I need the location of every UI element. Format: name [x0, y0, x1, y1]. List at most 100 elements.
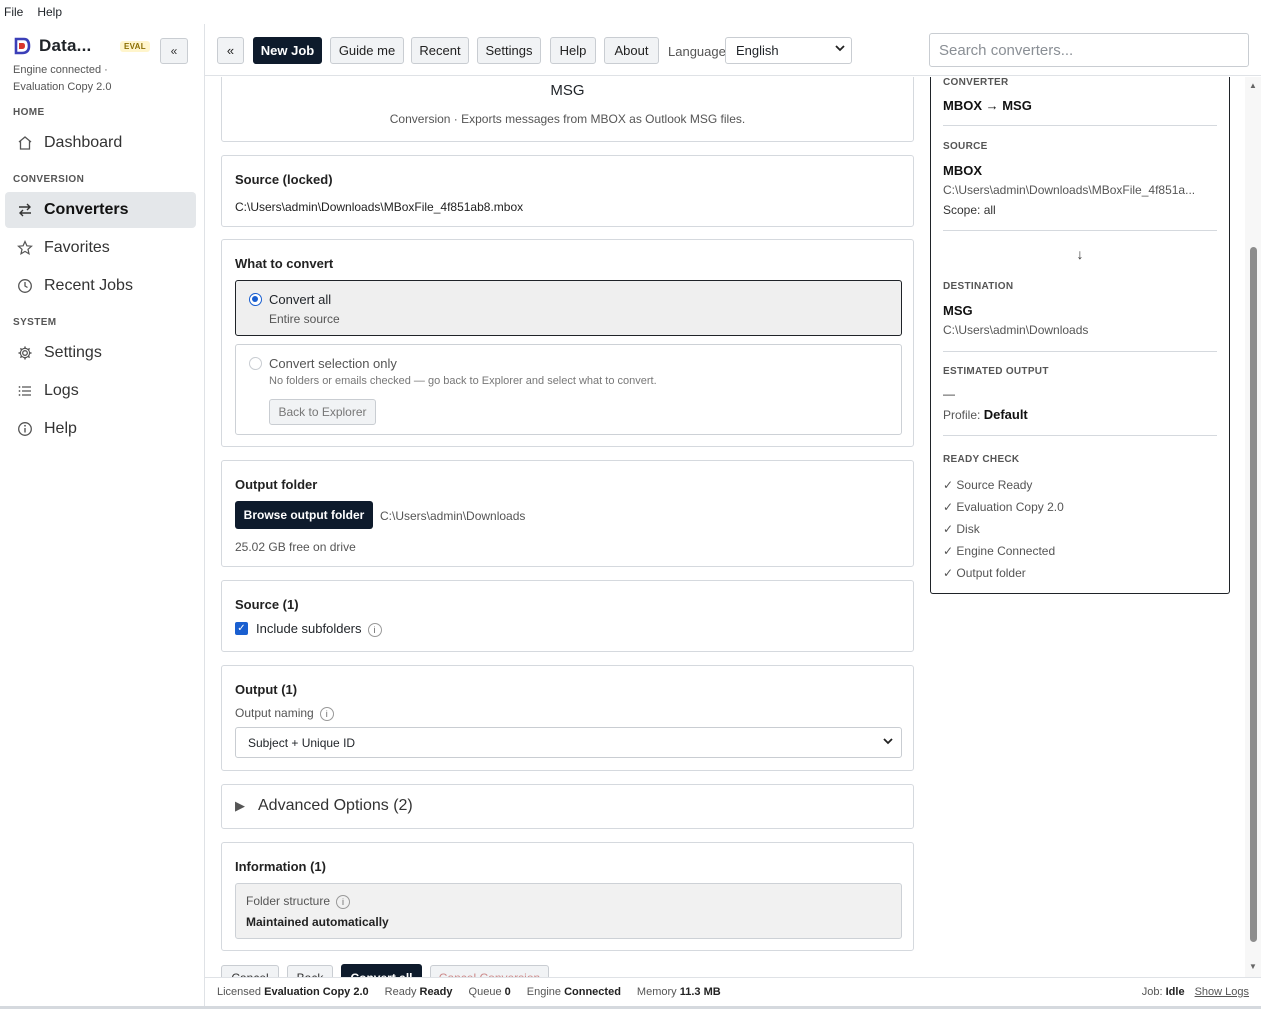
engine-status: Engine connected · Evaluation Copy 2.0 [13, 62, 133, 96]
nav-section-home: HOME [13, 107, 45, 118]
estimated-output-value: — [943, 387, 955, 401]
destination-path: C:\Users\admin\Downloads [943, 323, 1089, 337]
settings-button[interactable]: Settings [477, 37, 541, 64]
ready-value: Ready [419, 986, 453, 998]
sidebar-item-label: Settings [44, 344, 102, 361]
profile-row: Profile: Default [943, 407, 1028, 422]
converter-header-card: MSG Conversion · Exports messages from M… [221, 77, 914, 142]
divider [943, 351, 1217, 352]
converter-label: CONVERTER [943, 77, 1009, 88]
sidebar-item-logs[interactable]: Logs [5, 373, 196, 409]
output-naming-row: Output naming i [235, 706, 334, 721]
free-space-text: 25.02 GB free on drive [235, 540, 356, 554]
recent-button[interactable]: Recent [411, 37, 469, 64]
about-button[interactable]: About [604, 37, 659, 64]
output-naming-label: Output naming [235, 706, 314, 720]
memory-label: Memory [636, 986, 677, 998]
divider [943, 125, 1217, 126]
back-button[interactable]: Back [287, 965, 333, 977]
help-button[interactable]: Help [550, 37, 596, 64]
nav-section-system: SYSTEM [13, 317, 57, 328]
information-title: Information (1) [235, 859, 326, 874]
include-subfolders-label: Include subfolders [256, 621, 362, 636]
chevron-down-icon [883, 736, 893, 749]
advanced-options-card[interactable]: ▶ Advanced Options (2) [221, 784, 914, 829]
language-select[interactable]: English [725, 37, 852, 64]
action-bar: Cancel Back Convert all Cancel Conversio… [205, 960, 925, 977]
collapse-sidebar-button[interactable]: « [160, 38, 188, 64]
job-value: Idle [1165, 986, 1185, 998]
browse-output-folder-button[interactable]: Browse output folder [235, 501, 373, 529]
source-path-summary: C:\Users\admin\Downloads\MBoxFile_4f851a… [943, 183, 1196, 197]
scroll-up-icon[interactable]: ▲ [1249, 81, 1257, 90]
back-to-explorer-button[interactable]: Back to Explorer [269, 399, 376, 425]
ready-check-item: ✓ Source Ready [943, 478, 1033, 492]
menu-bar: File Help [0, 0, 1261, 24]
ready-check-item: ✓ Evaluation Copy 2.0 [943, 500, 1064, 514]
info-icon[interactable]: i [319, 706, 334, 721]
ready-check-item: ✓ Engine Connected [943, 544, 1056, 558]
star-icon [16, 239, 34, 257]
expand-arrow-icon: ▶ [235, 798, 245, 813]
memory-status: Memory 11.3 MB [637, 986, 721, 998]
licensed-label: Licensed [217, 986, 262, 998]
sidebar-item-label: Favorites [44, 239, 110, 256]
show-logs-link[interactable]: Show Logs [1195, 986, 1249, 998]
licensed-value: Evaluation Copy 2.0 [264, 986, 369, 998]
folder-structure-label: Folder structure [246, 894, 331, 908]
ready-check-item: ✓ Disk [943, 522, 980, 536]
language-label: Language [668, 44, 726, 59]
sidebar-item-dashboard[interactable]: Dashboard [5, 125, 196, 161]
sidebar-item-help[interactable]: Help [5, 411, 196, 447]
cancel-button[interactable]: Cancel [221, 965, 279, 977]
source-locked-title: Source (locked) [235, 172, 333, 187]
sidebar-item-settings[interactable]: Settings [5, 335, 196, 371]
job-label: Job: [1141, 986, 1163, 998]
convert-all-label: Convert all [269, 292, 332, 307]
convert-all-radio[interactable] [249, 293, 262, 306]
menu-help[interactable]: Help [37, 5, 62, 19]
estimated-output-label: ESTIMATED OUTPUT [943, 366, 1049, 377]
sidebar-item-recent-jobs[interactable]: Recent Jobs [5, 268, 196, 304]
search-input[interactable]: Search converters... [929, 33, 1249, 67]
sidebar-item-label: Dashboard [44, 134, 123, 151]
convert-selection-sub: No folders or emails checked — go back t… [269, 375, 657, 387]
ready-check-item: ✓ Output folder [943, 566, 1026, 580]
convert-all-button[interactable]: Convert all [341, 964, 422, 977]
list-icon [16, 382, 34, 400]
include-subfolders-checkbox[interactable]: ✓ [235, 622, 248, 635]
scroll-thumb[interactable] [1250, 247, 1257, 942]
folder-structure-row: Folder structure i [246, 894, 351, 909]
cancel-conversion-button: Cancel Conversion [430, 965, 549, 977]
output-naming-select[interactable]: Subject + Unique ID [235, 727, 902, 758]
menu-file[interactable]: File [4, 5, 23, 19]
guide-me-button[interactable]: Guide me [330, 37, 404, 64]
convert-all-option[interactable]: Convert all Entire source [235, 280, 902, 336]
sidebar-item-converters[interactable]: Converters [5, 192, 196, 228]
folder-structure-value: Maintained automatically [246, 915, 389, 929]
destination-value: MSG [943, 303, 973, 318]
brand: Data... [13, 36, 91, 56]
scroll-down-icon[interactable]: ▼ [1249, 962, 1257, 971]
memory-value: 11.3 MB [679, 986, 721, 998]
sidebar-item-label: Logs [44, 382, 79, 399]
info-icon[interactable]: i [367, 622, 382, 637]
converter-subtitle: Conversion · Exports messages from MBOX … [389, 112, 746, 126]
info-icon[interactable]: i [336, 894, 351, 909]
back-nav-button[interactable]: « [217, 37, 244, 64]
divider [943, 435, 1217, 436]
source-value: MBOX [943, 163, 982, 178]
status-bar: Licensed Evaluation Copy 2.0 Ready Ready… [205, 977, 1261, 1007]
sidebar-item-favorites[interactable]: Favorites [5, 230, 196, 266]
new-job-button[interactable]: New Job [253, 37, 322, 64]
gear-icon [16, 344, 34, 362]
source-label: SOURCE [943, 141, 988, 152]
vertical-scrollbar[interactable]: ▲ ▼ [1245, 77, 1261, 977]
source-locked-card: Source (locked) C:\Users\admin\Downloads… [221, 155, 914, 227]
sidebar: Data... EVAL « Engine connected · Evalua… [0, 24, 205, 1009]
what-to-convert-card: What to convert Convert all Entire sourc… [221, 239, 914, 447]
converter-title: MSG [550, 82, 585, 99]
engine-value: Connected [564, 986, 621, 998]
status-left: Licensed Evaluation Copy 2.0 Ready Ready… [217, 986, 721, 998]
profile-value: Default [983, 407, 1028, 422]
